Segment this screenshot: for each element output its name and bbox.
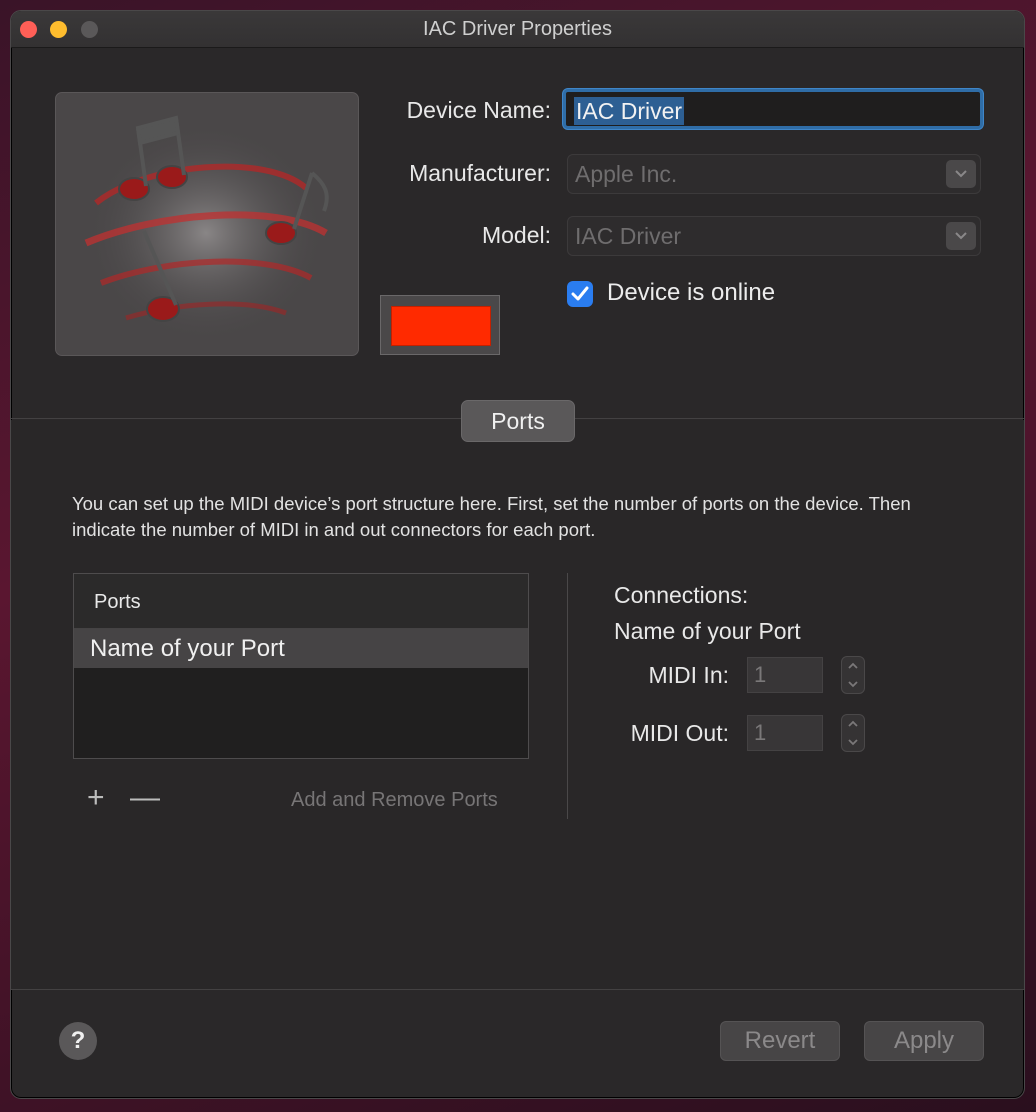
device-color-well[interactable] <box>380 295 500 355</box>
ports-column-header: Ports <box>94 591 141 613</box>
title-bar: IAC Driver Properties <box>11 11 1024 48</box>
midi-out-stepper[interactable] <box>841 714 865 752</box>
chevron-down-icon[interactable] <box>842 675 864 693</box>
chevron-up-icon[interactable] <box>842 657 864 675</box>
ports-description: You can set up the MIDI device’s port st… <box>72 493 911 540</box>
midi-out-value: 1 <box>754 720 767 745</box>
midi-in-stepper[interactable] <box>841 656 865 694</box>
device-name-input[interactable]: IAC Driver <box>563 89 983 129</box>
port-name-cell: Name of your Port <box>90 635 285 662</box>
ports-table-header: Ports <box>74 574 528 629</box>
midi-out-field[interactable]: 1 <box>747 715 823 751</box>
footer-divider <box>11 989 1024 990</box>
checkmark-icon <box>571 286 589 301</box>
manufacturer-value: Apple Inc. <box>575 161 678 187</box>
device-online-label[interactable]: Device is online <box>607 279 775 307</box>
midi-in-value: 1 <box>754 662 767 687</box>
revert-button[interactable]: Revert <box>720 1021 840 1061</box>
chevron-down-icon <box>946 160 976 188</box>
table-row[interactable]: Name of your Port <box>74 629 528 668</box>
help-button[interactable]: ? <box>59 1022 97 1060</box>
midi-out-label: MIDI Out: <box>630 720 729 746</box>
remove-port-button[interactable]: — <box>130 781 160 815</box>
manufacturer-select[interactable]: Apple Inc. <box>567 154 981 194</box>
chevron-down-icon <box>946 222 976 250</box>
window-title: IAC Driver Properties <box>423 18 612 40</box>
midi-notes-icon[interactable] <box>55 92 359 356</box>
add-remove-ports-label: Add and Remove Ports <box>291 789 498 811</box>
midi-in-field[interactable]: 1 <box>747 657 823 693</box>
model-select[interactable]: IAC Driver <box>567 216 981 256</box>
add-port-button[interactable]: + <box>87 781 105 815</box>
device-name-value: IAC Driver <box>574 97 685 125</box>
midi-in-label: MIDI In: <box>648 662 729 688</box>
connections-port-name: Name of your Port <box>614 618 801 644</box>
color-swatch <box>391 306 491 346</box>
manufacturer-label: Manufacturer: <box>409 160 551 186</box>
vertical-divider <box>567 573 568 819</box>
connections-heading: Connections: Name of your Port <box>614 577 801 649</box>
apply-button[interactable]: Apply <box>864 1021 984 1061</box>
tab-ports[interactable]: Ports <box>461 400 575 442</box>
connections-title: Connections: <box>614 582 749 608</box>
device-name-label: Device Name: <box>406 97 551 123</box>
device-online-checkbox[interactable] <box>567 281 593 307</box>
model-value: IAC Driver <box>575 223 682 249</box>
chevron-down-icon[interactable] <box>842 733 864 751</box>
model-label: Model: <box>481 222 551 248</box>
chevron-up-icon[interactable] <box>842 715 864 733</box>
ports-table[interactable]: Ports Name of your Port <box>73 573 529 759</box>
properties-window: IAC Driver Properties Device Name: IAC D… <box>10 10 1025 1099</box>
